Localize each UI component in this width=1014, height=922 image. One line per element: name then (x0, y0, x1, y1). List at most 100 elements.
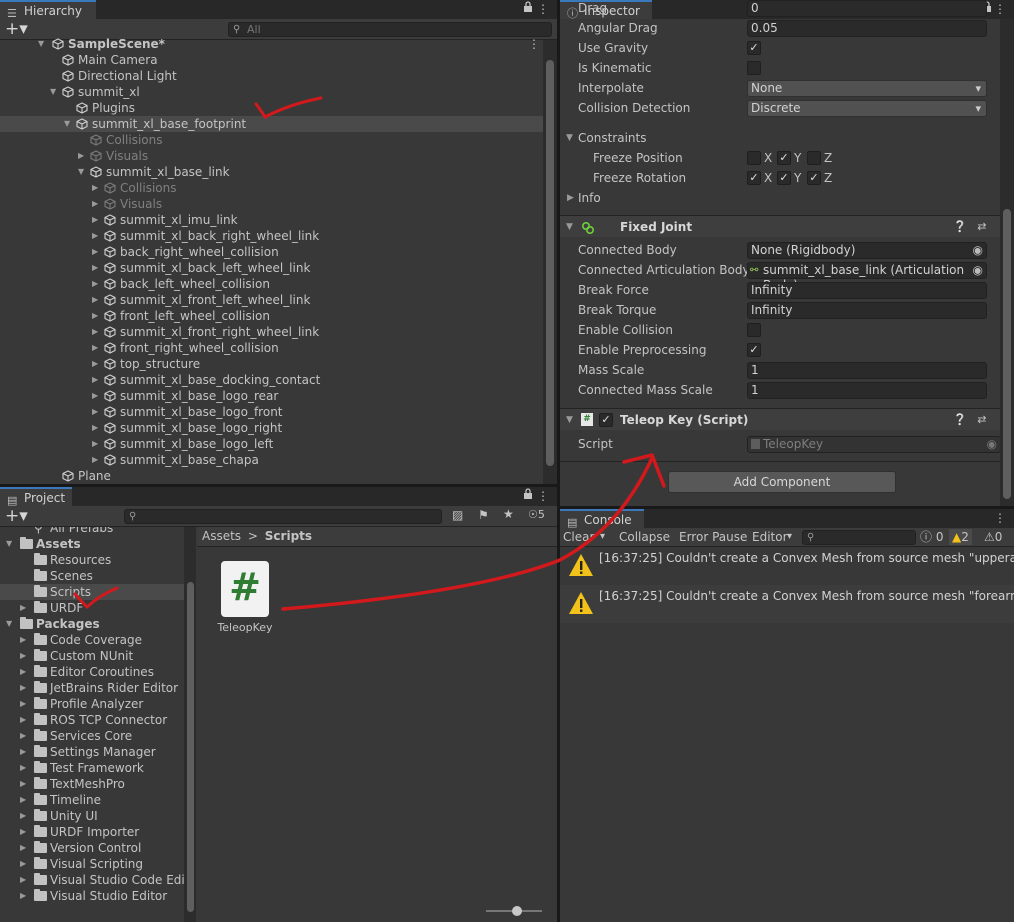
chevron-right-icon[interactable]: ▶ (20, 712, 26, 728)
property-field[interactable]: 0 (747, 0, 987, 17)
hierarchy-item[interactable]: Plane (0, 468, 543, 484)
chevron-right-icon[interactable]: ▶ (20, 792, 26, 808)
filter-type-icon[interactable]: ▨ (452, 508, 463, 522)
project-tree-item[interactable]: ▶ Test Framework (0, 760, 184, 776)
lock-icon[interactable] (523, 487, 533, 506)
hierarchy-search-input[interactable]: ⚲ All (228, 22, 552, 37)
chevron-right-icon[interactable]: ▶ (92, 388, 98, 404)
info-foldout[interactable]: ▶ Info (560, 188, 1014, 208)
collapse-button[interactable]: Collapse (619, 528, 670, 546)
hierarchy-item[interactable]: ▶ Visuals (0, 148, 543, 164)
chevron-right-icon[interactable]: ▶ (20, 776, 26, 792)
editor-dropdown[interactable]: Editor (752, 528, 788, 546)
error-count-toggle[interactable]: ⚠0 (984, 529, 1002, 545)
hierarchy-item[interactable]: ▶ summit_xl_front_left_wheel_link (0, 292, 543, 308)
hierarchy-item[interactable]: ▶ top_structure (0, 356, 543, 372)
teleop-key-header[interactable]: ▼ # ✓ Teleop Key (Script) ❔ ⇄ ⋮ (560, 408, 1014, 430)
axis-checkbox[interactable] (807, 151, 821, 165)
chevron-right-icon[interactable]: ▶ (92, 452, 98, 468)
teleop-enabled-checkbox[interactable]: ✓ (599, 413, 613, 427)
chevron-right-icon[interactable]: ▶ (20, 760, 26, 776)
property-checkbox[interactable] (747, 61, 761, 75)
console-tab[interactable]: ▤ Console (560, 509, 644, 529)
inspector-scroll-thumb[interactable] (1003, 209, 1011, 499)
chevron-right-icon[interactable]: ▶ (92, 212, 98, 228)
fixed-joint-header[interactable]: ▼ Fixed Joint ❔ ⇄ ⋮ (560, 215, 1014, 237)
chevron-right-icon[interactable]: ▶ (20, 600, 26, 616)
hierarchy-item[interactable]: ▶ back_left_wheel_collision (0, 276, 543, 292)
chevron-right-icon[interactable]: ▶ (92, 260, 98, 276)
clear-options-dropdown[interactable]: ▾ (600, 528, 605, 546)
hierarchy-item[interactable]: ▶ summit_xl_base_logo_front (0, 404, 543, 420)
star-icon[interactable]: ★ (503, 507, 514, 521)
kebab-icon[interactable]: ⋮ (528, 36, 540, 52)
project-tree-item[interactable]: ▶ ROS TCP Connector (0, 712, 184, 728)
project-tree-item[interactable]: ▶ Visual Scripting (0, 856, 184, 872)
hierarchy-scrollbar[interactable] (543, 40, 557, 484)
hierarchy-item[interactable]: ▶ summit_xl_back_right_wheel_link (0, 228, 543, 244)
log-count-toggle[interactable]: ⓘ 0 (920, 529, 943, 545)
hierarchy-item[interactable]: Plugins (0, 100, 543, 116)
project-tree-item[interactable]: ▶ Timeline (0, 792, 184, 808)
chevron-down-icon[interactable]: ▼ (78, 164, 84, 180)
hierarchy-item[interactable]: ▼ summit_xl_base_footprint (0, 116, 543, 132)
kebab-icon[interactable]: ⋮ (537, 487, 549, 506)
settings-sliders-icon[interactable]: ⇄ (977, 220, 986, 233)
project-tree-item[interactable]: ▼ Packages (0, 616, 184, 632)
hierarchy-item[interactable]: ▶ summit_xl_front_right_wheel_link (0, 324, 543, 340)
project-tree-item[interactable]: ▶ Settings Manager (0, 744, 184, 760)
project-tree-item[interactable]: ▶ Editor Coroutines (0, 664, 184, 680)
console-message[interactable]: [16:37:25] Couldn't create a Convex Mesh… (560, 547, 1014, 585)
axis-checkbox[interactable] (747, 151, 761, 165)
project-tree-item[interactable]: ▶ Unity UI (0, 808, 184, 824)
hierarchy-tab[interactable]: ☰ Hierarchy (0, 0, 96, 20)
hierarchy-item[interactable]: ▶ summit_xl_imu_link (0, 212, 543, 228)
chevron-right-icon[interactable]: ▶ (92, 276, 98, 292)
project-tree-item[interactable]: ▶ Custom NUnit (0, 648, 184, 664)
project-search-input[interactable]: ⚲ (124, 509, 442, 524)
chevron-right-icon[interactable]: ▶ (20, 888, 26, 904)
project-tree-item[interactable]: ▶ TextMeshPro (0, 776, 184, 792)
script-asset-item[interactable]: # TeleopKey (214, 559, 276, 635)
chevron-down-icon[interactable]: ▼ (6, 616, 12, 632)
constraints-foldout[interactable]: ▼ Constraints (560, 128, 1014, 148)
add-component-button[interactable]: Add Component (668, 471, 896, 493)
chevron-right-icon[interactable]: ▶ (20, 696, 26, 712)
project-tree-item[interactable]: ▶ Profile Analyzer (0, 696, 184, 712)
chevron-right-icon[interactable]: ▶ (92, 228, 98, 244)
create-plus-icon[interactable]: +▾ (5, 507, 28, 525)
hierarchy-item[interactable]: ▶ Collisions (0, 180, 543, 196)
hierarchy-scroll-thumb[interactable] (546, 60, 554, 466)
lock-icon[interactable] (523, 0, 533, 19)
console-message[interactable]: [16:37:25] Couldn't create a Convex Mesh… (560, 585, 1014, 623)
axis-checkbox[interactable]: ✓ (777, 151, 791, 165)
axis-checkbox[interactable]: ✓ (747, 171, 761, 185)
object-picker-icon[interactable]: ◉ (973, 263, 983, 278)
error-pause-button[interactable]: Error Pause (679, 528, 747, 546)
hierarchy-item[interactable]: ▶ back_right_wheel_collision (0, 244, 543, 260)
hierarchy-item[interactable]: ▶ summit_xl_base_chapa (0, 452, 543, 468)
axis-checkbox[interactable]: ✓ (777, 171, 791, 185)
project-tree-item[interactable]: ▶ URDF (0, 600, 184, 616)
project-tree-item[interactable]: ▶ Visual Studio Editor (0, 888, 184, 904)
kebab-icon[interactable]: ⋮ (994, 509, 1006, 528)
chevron-right-icon[interactable]: ▶ (92, 324, 98, 340)
project-tree-scroll-thumb[interactable] (187, 582, 194, 912)
hierarchy-item[interactable]: ▶ front_left_wheel_collision (0, 308, 543, 324)
property-field[interactable]: None (Rigidbody) ◉ (747, 242, 987, 259)
project-tree-item[interactable]: ▶ Version Control (0, 840, 184, 856)
hierarchy-item[interactable]: ▶ summit_xl_base_logo_left (0, 436, 543, 452)
hierarchy-item[interactable]: ▼ SampleScene* ⋮ (0, 36, 543, 52)
chevron-right-icon[interactable]: ▶ (92, 436, 98, 452)
chevron-right-icon[interactable]: ▶ (78, 148, 84, 164)
chevron-down-icon[interactable]: ▼ (50, 84, 56, 100)
chevron-right-icon[interactable]: ▶ (92, 308, 98, 324)
project-tree-item[interactable]: ▼ Assets (0, 536, 184, 552)
chevron-right-icon[interactable]: ▶ (20, 648, 26, 664)
chevron-right-icon[interactable]: ▶ (20, 680, 26, 696)
project-tree-item[interactable]: ⚲ All Prefabs (0, 527, 184, 536)
hierarchy-item[interactable]: ▶ summit_xl_base_docking_contact (0, 372, 543, 388)
project-tree-item[interactable]: ▶ URDF Importer (0, 824, 184, 840)
property-dropdown[interactable]: None (747, 80, 987, 97)
project-tree-item[interactable]: Resources (0, 552, 184, 568)
